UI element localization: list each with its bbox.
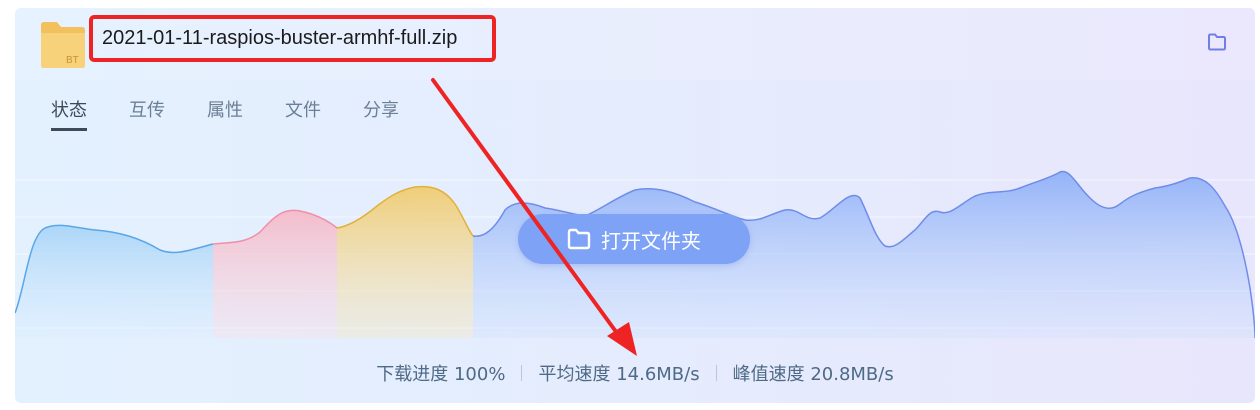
- chart-segment-pink: [213, 210, 337, 338]
- peak-speed-stat: 峰值速度 20.8MB/s: [733, 360, 894, 386]
- tab-properties[interactable]: 属性: [207, 96, 243, 131]
- open-folder-button[interactable]: 打开文件夹: [518, 214, 750, 264]
- peak-speed-value: 20.8MB/s: [810, 364, 894, 385]
- download-header: BT 2021-01-11-raspios-buster-armhf-full.…: [15, 8, 1255, 80]
- chart-segment-yellow: [337, 186, 473, 338]
- file-name[interactable]: 2021-01-11-raspios-buster-armhf-full.zip: [102, 27, 457, 50]
- bt-folder-icon: BT: [41, 22, 85, 68]
- download-detail-card: BT 2021-01-11-raspios-buster-armhf-full.…: [15, 8, 1255, 403]
- chart-segment-start: [15, 225, 213, 338]
- stat-divider: [521, 365, 523, 381]
- folder-icon: [567, 228, 591, 250]
- tab-status[interactable]: 状态: [51, 96, 87, 131]
- avg-speed-label: 平均速度: [538, 364, 611, 385]
- progress-stat: 下载进度 100%: [376, 360, 505, 386]
- avg-speed-value: 14.6MB/s: [616, 364, 700, 385]
- filename-highlight: 2021-01-11-raspios-buster-armhf-full.zip: [89, 15, 496, 62]
- avg-speed-stat: 平均速度 14.6MB/s: [538, 360, 699, 386]
- stat-divider: [715, 365, 717, 381]
- tab-files[interactable]: 文件: [285, 96, 321, 131]
- tab-share[interactable]: 分享: [363, 96, 399, 131]
- progress-value: 100%: [453, 364, 506, 385]
- open-folder-icon[interactable]: [1207, 33, 1227, 51]
- open-folder-label: 打开文件夹: [601, 228, 701, 253]
- tab-bar: 状态 互传 属性 文件 分享: [51, 96, 399, 131]
- peak-speed-label: 峰值速度: [732, 364, 805, 385]
- progress-label: 下载进度: [376, 364, 449, 385]
- stats-bar: 下载进度 100% 平均速度 14.6MB/s 峰值速度 20.8MB/s: [15, 360, 1255, 386]
- bt-badge: BT: [66, 55, 79, 66]
- tab-transfer[interactable]: 互传: [129, 96, 165, 131]
